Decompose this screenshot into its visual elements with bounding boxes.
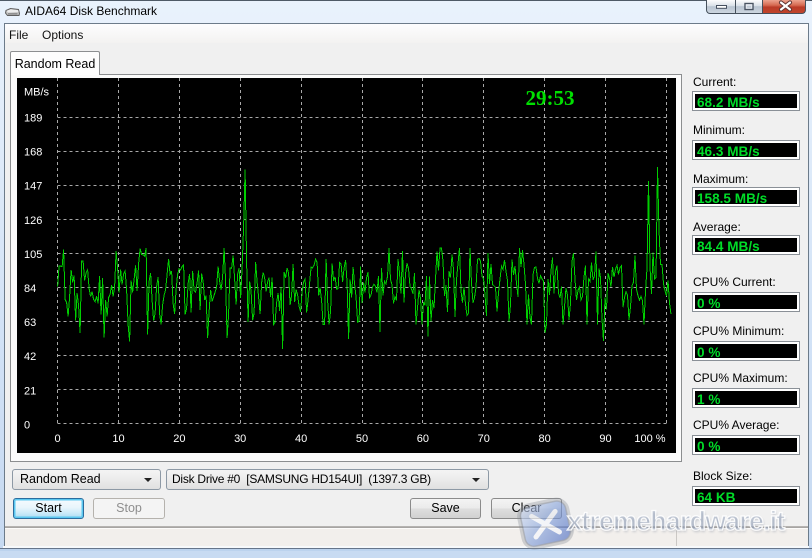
svg-text:0: 0 <box>55 433 61 445</box>
svg-text:42: 42 <box>24 351 36 363</box>
svg-text:20: 20 <box>173 433 185 445</box>
svg-text:84: 84 <box>24 283 36 295</box>
svg-text:100 %: 100 % <box>634 433 665 445</box>
svg-text:90: 90 <box>599 433 611 445</box>
svg-text:60: 60 <box>417 433 429 445</box>
svg-text:189: 189 <box>24 113 42 125</box>
svg-text:MB/s: MB/s <box>24 87 50 99</box>
svg-text:63: 63 <box>24 317 36 329</box>
svg-text:50: 50 <box>356 433 368 445</box>
svg-text:29:53: 29:53 <box>526 86 575 110</box>
svg-text:40: 40 <box>295 433 307 445</box>
svg-text:0: 0 <box>24 419 30 431</box>
svg-text:105: 105 <box>24 249 42 261</box>
svg-text:147: 147 <box>24 181 42 193</box>
svg-text:126: 126 <box>24 215 42 227</box>
svg-text:80: 80 <box>538 433 550 445</box>
svg-text:168: 168 <box>24 147 42 159</box>
svg-text:10: 10 <box>112 433 124 445</box>
svg-text:70: 70 <box>478 433 490 445</box>
svg-text:21: 21 <box>24 385 36 397</box>
svg-text:30: 30 <box>234 433 246 445</box>
